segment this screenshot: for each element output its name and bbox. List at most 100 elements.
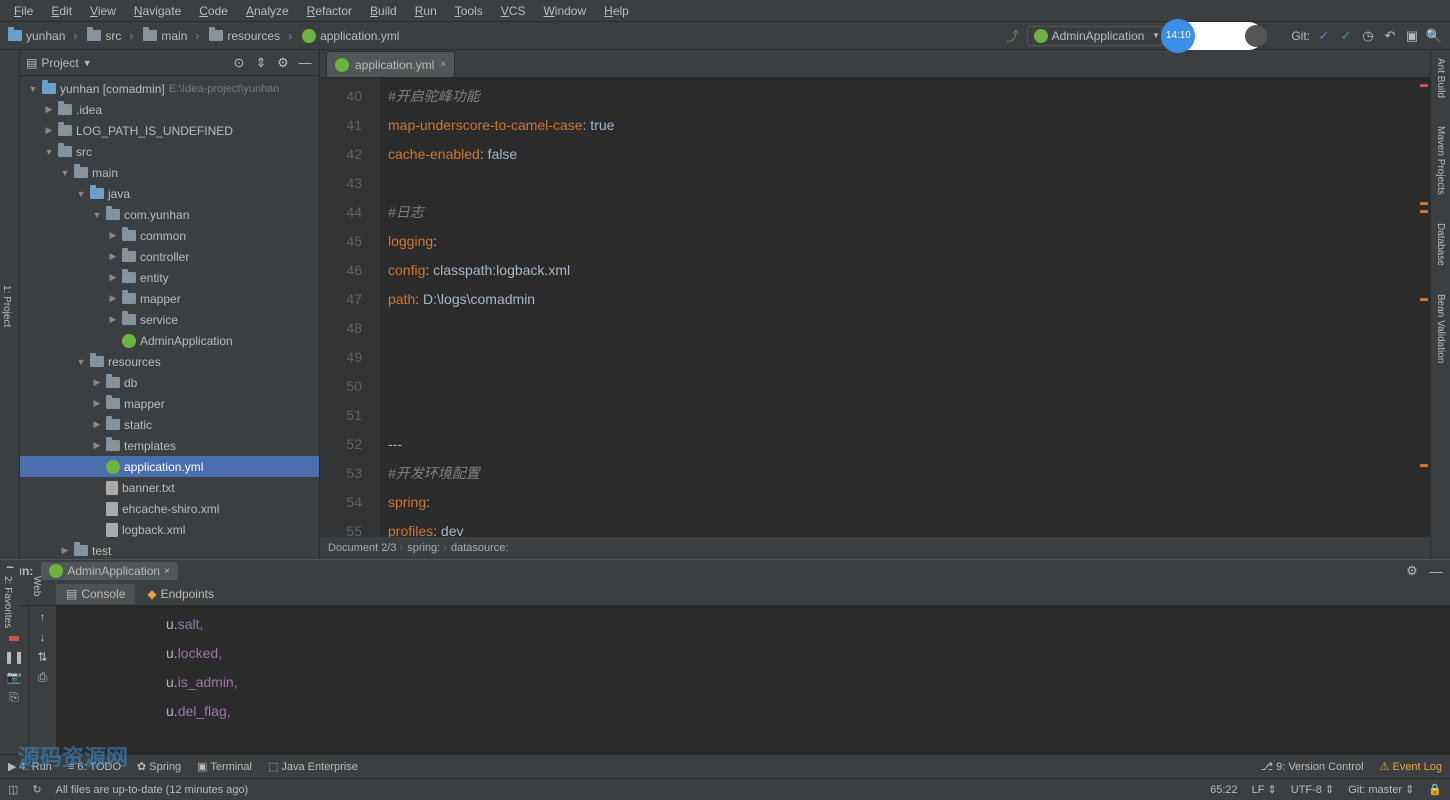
menu-file[interactable]: File (6, 2, 41, 20)
expand-icon[interactable]: ▶ (44, 125, 54, 136)
build-icon[interactable]: ⤴ (1005, 28, 1021, 44)
status-icon[interactable]: ◫ (8, 783, 18, 796)
bottom-tab[interactable]: ⚠ Event Log (1380, 760, 1442, 773)
crumb-src[interactable]: src (83, 27, 137, 45)
gear-icon[interactable]: ⚙ (1404, 563, 1420, 579)
menu-view[interactable]: View (82, 2, 124, 20)
tool-database[interactable]: Database (1434, 219, 1447, 270)
gear-icon[interactable]: ⚙ (275, 55, 291, 71)
crumb-resources[interactable]: resources (205, 27, 296, 45)
expand-icon[interactable]: ▶ (108, 251, 118, 262)
expand-icon[interactable]: ▶ (108, 293, 118, 304)
menu-help[interactable]: Help (596, 2, 637, 20)
tree-node[interactable]: ▶mapper (20, 288, 319, 309)
menu-refactor[interactable]: Refactor (299, 2, 360, 20)
menu-edit[interactable]: Edit (43, 2, 80, 20)
tree-node[interactable]: banner.txt (20, 477, 319, 498)
close-icon[interactable]: × (164, 566, 170, 577)
expand-icon[interactable]: ▼ (60, 168, 70, 178)
menu-window[interactable]: Window (535, 2, 594, 20)
dump-icon[interactable]: 📷 (7, 670, 22, 684)
expand-icon[interactable]: ▼ (76, 189, 86, 199)
tree-node[interactable]: ▶test (20, 540, 319, 559)
expand-icon[interactable]: ▶ (92, 377, 102, 388)
exit-icon[interactable]: ⎘ (9, 690, 19, 705)
tree-node[interactable]: ▶static (20, 414, 319, 435)
tool-favorites[interactable]: 2: Favorites (2, 576, 13, 628)
pause-icon[interactable]: ❚❚ (4, 650, 24, 664)
tree-node[interactable]: logback.xml (20, 519, 319, 540)
vcs-commit-icon[interactable]: ✓ (1338, 28, 1354, 44)
menu-vcs[interactable]: VCS (493, 2, 534, 20)
expand-icon[interactable]: ▶ (92, 419, 102, 430)
expand-icon[interactable]: ▼ (92, 210, 102, 220)
editor-crumb[interactable]: spring: (407, 542, 447, 554)
tree-node[interactable]: ▼src (20, 141, 319, 162)
tree-node[interactable]: ▶controller (20, 246, 319, 267)
tree-node[interactable]: ▼com.yunhan (20, 204, 319, 225)
expand-icon[interactable]: ▶ (92, 440, 102, 451)
lock-icon[interactable]: 🔒 (1428, 783, 1442, 796)
tree-node[interactable]: ▶db (20, 372, 319, 393)
expand-icon[interactable]: ▼ (28, 84, 38, 94)
expand-icon[interactable]: ▶ (44, 104, 54, 115)
menu-analyze[interactable]: Analyze (238, 2, 297, 20)
crumb-yunhan[interactable]: yunhan (4, 27, 81, 45)
expand-icon[interactable]: ▶ (108, 272, 118, 283)
git-branch[interactable]: Git: master ⇕ (1348, 783, 1414, 796)
console-output[interactable]: u.salt,u.locked,u.is_admin,u.del_flag, (56, 606, 1450, 754)
menu-build[interactable]: Build (362, 2, 405, 20)
bottom-tab[interactable]: ⎇ 9: Version Control (1260, 760, 1363, 773)
tool-web[interactable]: Web (31, 576, 42, 628)
bottom-tab[interactable]: ⬚ Java Enterprise (268, 760, 358, 773)
history-icon[interactable]: ◷ (1360, 28, 1376, 44)
bottom-tab[interactable]: ▣ Terminal (197, 760, 252, 773)
print-icon[interactable]: ⎙ (38, 670, 48, 685)
tool-project[interactable]: 1: Project (0, 281, 13, 331)
tree-node[interactable]: ▶LOG_PATH_IS_UNDEFINED (20, 120, 319, 141)
project-dropdown-icon[interactable]: ▼ (83, 58, 92, 68)
bottom-tab[interactable]: ▶ 4: Run (8, 760, 52, 773)
menu-run[interactable]: Run (407, 2, 445, 20)
bottom-tab[interactable]: ✿ Spring (137, 760, 181, 773)
tab-application-yml[interactable]: application.yml × (326, 51, 455, 77)
caret-position[interactable]: 65:22 (1210, 784, 1238, 796)
tree-node[interactable]: ▼java (20, 183, 319, 204)
editor-crumb[interactable]: datasource: (451, 542, 508, 554)
crumb-application.yml[interactable]: application.yml (298, 27, 411, 45)
tree-node[interactable]: ▶.idea (20, 99, 319, 120)
run-tab-adminapplication[interactable]: AdminApplication × (41, 562, 178, 580)
run-config-dropdown[interactable]: AdminApplication (1027, 26, 1164, 46)
tool-antbuild[interactable]: Ant Build (1434, 54, 1447, 102)
code-editor[interactable]: 40414243444546474849505152535455 #开启驼峰功能… (320, 78, 1430, 537)
tree-node[interactable]: ▶templates (20, 435, 319, 456)
menu-tools[interactable]: Tools (447, 2, 491, 20)
hide-icon[interactable]: — (297, 55, 313, 71)
tool-beanvalidation[interactable]: Bean Validation (1434, 290, 1447, 367)
menu-code[interactable]: Code (191, 2, 236, 20)
tab-console[interactable]: ▤Console (56, 584, 135, 604)
tree-node[interactable]: AdminApplication (20, 330, 319, 351)
tab-endpoints[interactable]: ◆Endpoints (137, 584, 224, 604)
wrap-icon[interactable]: ⇅ (37, 650, 47, 664)
collapse-icon[interactable]: ⇕ (253, 55, 269, 71)
line-separator[interactable]: LF ⇕ (1252, 783, 1277, 796)
bottom-tab[interactable]: ≡ 6: TODO (68, 761, 121, 773)
tree-node[interactable]: ▶service (20, 309, 319, 330)
expand-icon[interactable]: ▶ (108, 230, 118, 241)
box-icon[interactable]: ▣ (1404, 28, 1420, 44)
expand-icon[interactable]: ▶ (92, 398, 102, 409)
tree-node[interactable]: ▶mapper (20, 393, 319, 414)
tree-node[interactable]: ▶entity (20, 267, 319, 288)
menu-navigate[interactable]: Navigate (126, 2, 189, 20)
tree-node[interactable]: application.yml (20, 456, 319, 477)
expand-icon[interactable]: ▶ (60, 545, 70, 556)
hide-icon[interactable]: — (1428, 563, 1444, 579)
project-tree[interactable]: ▼yunhan [comadmin] E:\Idea-project\yunha… (20, 76, 319, 559)
encoding[interactable]: UTF-8 ⇕ (1291, 783, 1334, 796)
revert-icon[interactable]: ↶ (1382, 28, 1398, 44)
tree-node[interactable]: ehcache-shiro.xml (20, 498, 319, 519)
tree-node[interactable]: ▼yunhan [comadmin] E:\Idea-project\yunha… (20, 78, 319, 99)
expand-icon[interactable]: ▶ (108, 314, 118, 325)
crumb-main[interactable]: main (139, 27, 203, 45)
